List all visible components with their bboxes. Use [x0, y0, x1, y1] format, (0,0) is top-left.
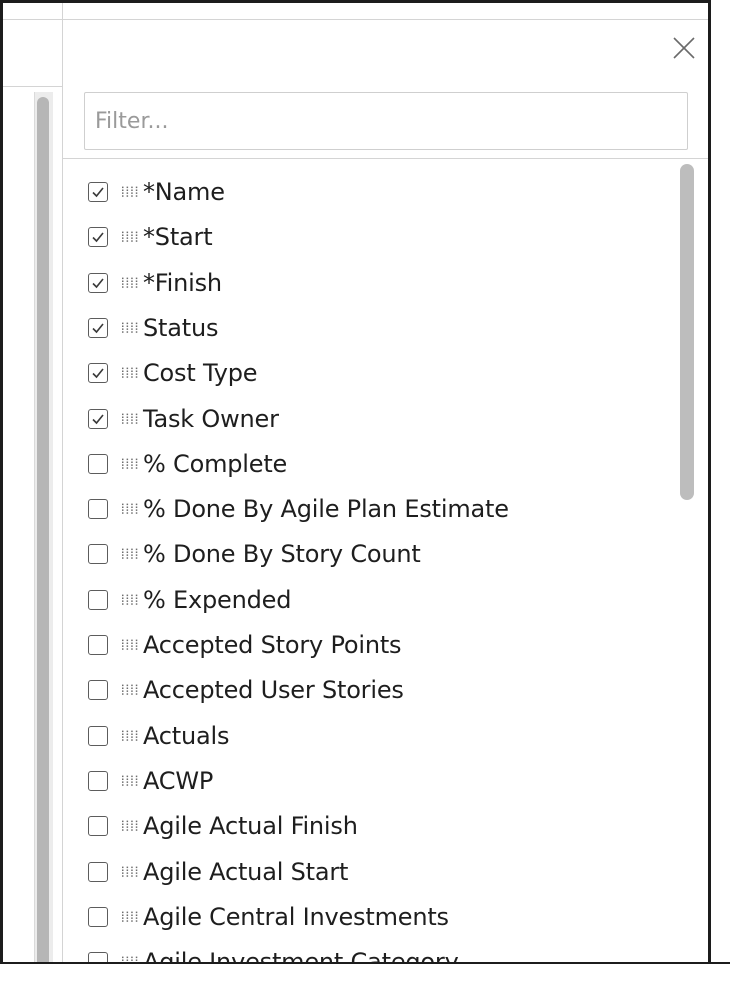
left-panel: [3, 3, 62, 962]
column-option-label: *Name: [143, 178, 225, 206]
drag-handle-icon[interactable]: [121, 458, 141, 470]
drag-handle-icon[interactable]: [121, 367, 141, 379]
column-checkbox[interactable]: [88, 680, 108, 701]
left-header-divider: [3, 19, 62, 20]
column-option-row[interactable]: Task Owner: [88, 397, 279, 441]
frame-left-edge: [0, 0, 3, 985]
drag-handle-icon[interactable]: [121, 594, 141, 606]
column-option-row[interactable]: Accepted User Stories: [88, 668, 404, 712]
column-option-row[interactable]: Status: [88, 306, 218, 350]
drag-handle-icon[interactable]: [121, 548, 141, 560]
column-option-row[interactable]: *Start: [88, 215, 213, 259]
filter-input[interactable]: [84, 92, 688, 150]
column-option-label: Actuals: [143, 721, 230, 750]
column-checkbox[interactable]: [88, 770, 108, 791]
column-option-label: ACWP: [143, 766, 214, 795]
column-option-label: Agile Central Investments: [143, 902, 449, 931]
column-option-label: % Done By Agile Plan Estimate: [143, 495, 509, 524]
column-option-row[interactable]: Accepted Story Points: [88, 623, 402, 667]
column-option-label: Cost Type: [143, 359, 258, 388]
column-checkbox[interactable]: [88, 408, 108, 429]
column-option-label: Agile Actual Finish: [143, 812, 358, 841]
column-option-label: *Start: [143, 223, 213, 252]
column-option-row[interactable]: % Complete: [88, 442, 287, 486]
column-option-label: Agile Actual Start: [143, 857, 349, 886]
column-list: *Name *Start *Finish Status Cost Type Task Ow…: [63, 159, 708, 962]
drag-handle-icon[interactable]: [121, 639, 141, 651]
close-button[interactable]: [672, 36, 696, 60]
drag-handle-icon[interactable]: [121, 866, 141, 878]
column-checkbox[interactable]: [88, 363, 108, 384]
column-option-row[interactable]: % Done By Agile Plan Estimate: [88, 487, 509, 531]
column-option-label: Accepted User Stories: [143, 676, 404, 705]
drag-handle-icon[interactable]: [121, 820, 141, 832]
column-option-row[interactable]: Agile Actual Finish: [88, 804, 358, 848]
column-checkbox[interactable]: [88, 635, 108, 655]
column-checkbox[interactable]: [88, 317, 108, 338]
checkmark-icon: [92, 278, 104, 288]
column-checkbox[interactable]: [88, 906, 108, 927]
outer-margin-bottom: [0, 964, 730, 985]
drag-handle-icon[interactable]: [121, 911, 141, 923]
drag-handle-icon[interactable]: [121, 322, 141, 334]
column-option-label: % Complete: [143, 449, 288, 478]
column-checkbox[interactable]: [88, 725, 108, 746]
drag-handle-icon[interactable]: [121, 730, 141, 742]
column-checkbox[interactable]: [88, 816, 108, 837]
column-option-row[interactable]: *Finish: [88, 261, 222, 305]
column-option-row[interactable]: Agile Actual Start: [88, 850, 348, 894]
column-checkbox[interactable]: [88, 227, 108, 248]
column-checkbox[interactable]: [88, 499, 108, 520]
checkmark-icon: [92, 413, 104, 424]
column-option-row[interactable]: ACWP: [88, 759, 213, 803]
drag-handle-icon[interactable]: [121, 413, 141, 425]
column-option-label: % Expended: [143, 585, 292, 614]
column-checkbox[interactable]: [88, 861, 108, 882]
column-option-row[interactable]: Cost Type: [88, 351, 258, 395]
close-icon: [673, 37, 695, 59]
drag-handle-icon[interactable]: [121, 684, 141, 696]
column-chooser-top-divider: [63, 19, 708, 20]
drag-handle-icon[interactable]: [121, 186, 141, 198]
column-option-label: *Finish: [143, 268, 222, 297]
column-checkbox[interactable]: [88, 453, 108, 474]
column-option-label: Accepted Story Points: [143, 631, 402, 659]
column-checkbox[interactable]: [88, 952, 108, 962]
column-option-row[interactable]: % Expended: [88, 578, 291, 622]
column-option-label: Agile Investment Category: [143, 948, 459, 962]
column-option-label: % Done By Story Count: [143, 540, 421, 569]
column-option-label: Status: [143, 313, 219, 342]
column-option-row[interactable]: *Name: [88, 170, 225, 214]
checkmark-icon: [92, 187, 104, 198]
checkmark-icon: [92, 368, 104, 379]
column-option-label: Task Owner: [143, 404, 279, 433]
drag-handle-icon[interactable]: [121, 503, 141, 515]
column-checkbox[interactable]: [88, 182, 108, 202]
column-option-row[interactable]: % Done By Story Count: [88, 532, 421, 576]
drag-handle-icon[interactable]: [121, 231, 141, 243]
column-checkbox[interactable]: [88, 544, 108, 565]
checkmark-icon: [92, 232, 104, 243]
left-subheader-divider: [3, 86, 62, 87]
column-option-row[interactable]: Agile Central Investments: [88, 895, 449, 939]
column-option-row[interactable]: Agile Investment Category: [88, 940, 459, 962]
frame-top-edge: [0, 0, 730, 3]
drag-handle-icon[interactable]: [121, 277, 141, 289]
column-checkbox[interactable]: [88, 272, 108, 293]
checkmark-icon: [92, 323, 104, 334]
outer-margin-right: [711, 0, 730, 985]
list-scrollbar-thumb[interactable]: [680, 164, 694, 500]
column-option-row[interactable]: Actuals: [88, 714, 229, 758]
drag-handle-icon[interactable]: [121, 775, 141, 787]
left-scrollbar-thumb[interactable]: [37, 97, 49, 962]
column-checkbox[interactable]: [88, 589, 108, 610]
